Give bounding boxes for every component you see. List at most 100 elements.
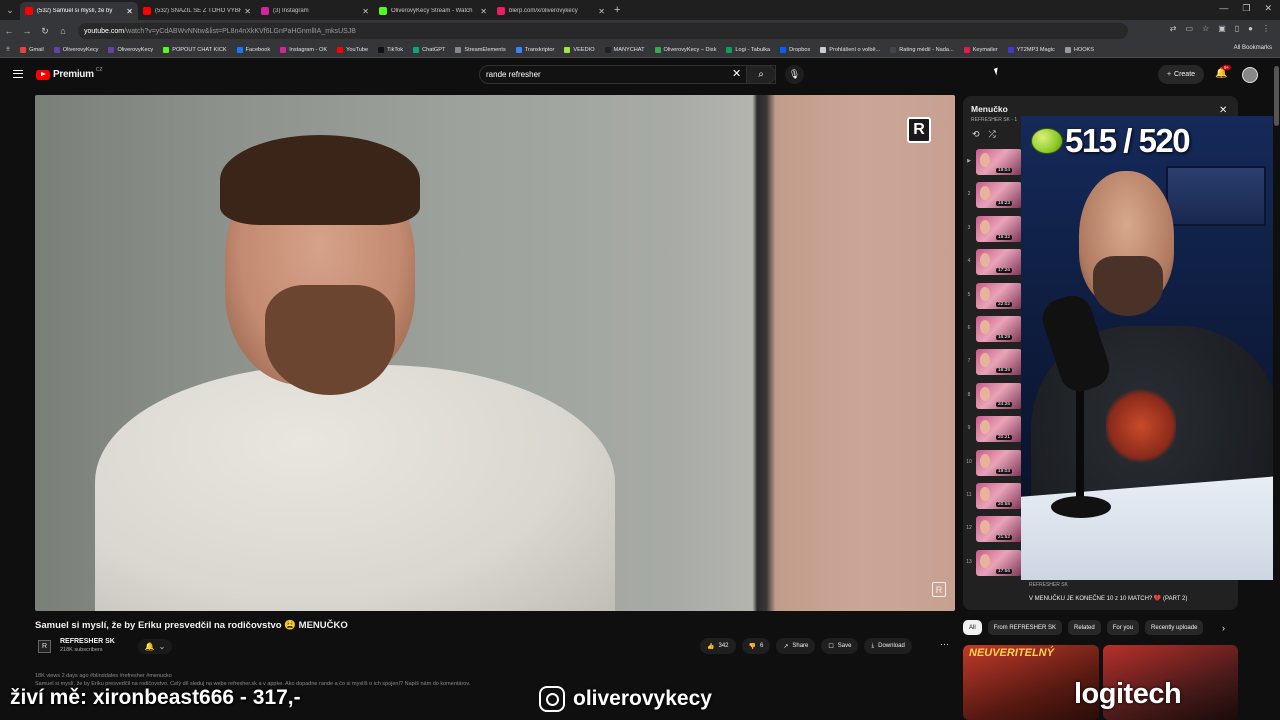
translate-icon[interactable]: ⇄ xyxy=(1170,24,1177,33)
bookmark-item[interactable]: POPOUT CHAT KICK xyxy=(163,46,227,53)
playlist-item[interactable]: 7 16:39 xyxy=(963,347,1023,377)
bookmark-item[interactable]: Dropbox xyxy=(780,46,810,53)
apps-icon[interactable]: ⠿ xyxy=(6,47,10,53)
browser-tab[interactable]: OliverovyKecy Stream - Watch ✕ xyxy=(374,2,492,20)
playlist-item[interactable]: 5 22:02 xyxy=(963,281,1023,311)
account-avatar[interactable] xyxy=(1242,67,1258,83)
playlist-item[interactable]: 6 16:29 xyxy=(963,314,1023,344)
close-window-icon[interactable]: ✕ xyxy=(1264,3,1272,14)
playlist-item[interactable]: 3 19:32 xyxy=(963,214,1023,244)
chevron-right-icon[interactable]: › xyxy=(1222,623,1225,633)
tab-search-icon[interactable]: ⌄ xyxy=(0,0,20,20)
bookmark-item[interactable]: YouTube xyxy=(337,46,368,53)
bookmark-item[interactable]: OliverovyKecy xyxy=(108,46,153,53)
bookmark-item[interactable]: TikTok xyxy=(378,46,403,53)
voice-search-button[interactable]: 🎙 xyxy=(785,65,804,84)
filter-chip[interactable]: For you xyxy=(1106,620,1140,635)
close-playlist-icon[interactable]: ✕ xyxy=(1219,105,1227,116)
maximize-icon[interactable]: ❐ xyxy=(1242,3,1250,14)
bookmark-favicon-icon xyxy=(455,46,462,53)
bookmark-item[interactable]: HOOKS xyxy=(1064,46,1094,53)
browser-tab[interactable]: (532) Samuel si myslí, že by ✕ xyxy=(20,2,138,20)
dislike-button[interactable]: 👎 6 xyxy=(741,638,771,654)
browser-tab[interactable]: blerp.com/x/oliverovykecy ✕ xyxy=(492,2,610,20)
channel-avatar[interactable]: R xyxy=(38,640,51,653)
extensions-icon[interactable]: ▣ xyxy=(1218,24,1226,33)
bookmark-item[interactable]: OliverovyKecy – Disk xyxy=(654,46,716,53)
like-button[interactable]: 👍 342 xyxy=(700,638,736,654)
bookmark-item[interactable]: StreamElements xyxy=(455,46,506,53)
reload-icon[interactable]: ↻ xyxy=(36,26,54,37)
notifications-button[interactable]: 🔔 9+ xyxy=(1215,65,1232,79)
video-player[interactable]: R R xyxy=(35,95,955,611)
more-actions-icon[interactable]: ⋯ xyxy=(940,639,949,650)
bookmark-item[interactable]: Logi - Tabulka xyxy=(726,46,770,53)
bookmark-item[interactable]: ChatGPT xyxy=(413,46,445,53)
playlist-item[interactable]: 2 18:23 xyxy=(963,180,1023,210)
playlist-item[interactable]: 9 20:21 xyxy=(963,414,1023,444)
bookmark-item[interactable]: VEEDIO xyxy=(564,46,595,53)
playlist-item[interactable]: ▶ 19:04 xyxy=(963,147,1023,177)
filter-chip[interactable]: Related xyxy=(1068,620,1101,635)
close-tab-icon[interactable]: ✕ xyxy=(598,7,605,16)
create-button[interactable]: + Create xyxy=(1158,65,1204,84)
download-button[interactable]: ⤓ Download xyxy=(864,638,912,654)
hamburger-menu-icon[interactable] xyxy=(13,70,23,78)
cast-icon[interactable]: ▭ xyxy=(1185,24,1193,33)
filter-chip[interactable]: All xyxy=(963,620,982,635)
bookmark-item[interactable]: Facebook xyxy=(236,46,270,53)
bookmark-item[interactable]: Instagram - OK xyxy=(280,46,327,53)
search-button[interactable]: ⌕ xyxy=(746,65,776,84)
page-scrollbar[interactable] xyxy=(1273,58,1280,720)
playlist-item-title[interactable]: V MENUČKU JE KONEČNE 10 z 10 MATCH? 💔 (P… xyxy=(1029,595,1209,604)
playlist-item[interactable]: 4 17:26 xyxy=(963,247,1023,277)
close-tab-icon[interactable]: ✕ xyxy=(480,7,487,16)
profile-icon[interactable]: ● xyxy=(1248,24,1253,33)
browser-tab[interactable]: (532) SNAŽIL SE Z TOHO VYBR ✕ xyxy=(138,2,256,20)
minimize-icon[interactable]: — xyxy=(1219,3,1228,14)
bookmark-item[interactable]: Prohlášení o volbě... xyxy=(820,46,880,53)
playlist-item[interactable]: 13 17:56 xyxy=(963,548,1023,578)
bookmark-item[interactable]: YT2MP3 Magic xyxy=(1007,46,1055,53)
home-icon[interactable]: ⌂ xyxy=(54,26,72,36)
share-button[interactable]: ↗ Share xyxy=(776,638,816,654)
bookmark-item[interactable]: MANYCHAT xyxy=(604,46,645,53)
close-tab-icon[interactable]: ✕ xyxy=(126,7,133,16)
close-tab-icon[interactable]: ✕ xyxy=(244,7,251,16)
shuffle-icon[interactable]: ⤮ xyxy=(989,129,996,140)
channel-watermark-icon[interactable]: R xyxy=(932,582,946,597)
save-button[interactable]: ☐ Save xyxy=(821,638,859,654)
playlist-item[interactable]: 11 20:58 xyxy=(963,481,1023,511)
duration-badge: 19:32 xyxy=(995,234,1012,240)
tab-favicon-icon xyxy=(497,7,505,15)
scrollbar-thumb[interactable] xyxy=(1274,66,1279,126)
forward-icon[interactable]: → xyxy=(18,26,36,36)
clear-search-icon[interactable]: ✕ xyxy=(732,67,741,80)
bookmark-label: StreamElements xyxy=(464,46,506,53)
bookmark-item[interactable]: OliverovyKecy xyxy=(53,46,98,53)
webcam-overlay xyxy=(1021,116,1280,580)
subscription-bell-button[interactable]: 🔔 ⌄ xyxy=(138,639,172,654)
playlist-item[interactable]: 10 19:03 xyxy=(963,448,1023,478)
sidepanel-icon[interactable]: ▯ xyxy=(1235,24,1239,33)
url-field[interactable]: youtube.com/watch?v=yCdABWvNNtw&list=PL8… xyxy=(78,23,1128,39)
playlist-item[interactable]: 8 24:26 xyxy=(963,381,1023,411)
filter-chip[interactable]: From REFRESHER SK xyxy=(987,620,1063,635)
browser-tab[interactable]: (3) Instagram ✕ xyxy=(256,2,374,20)
all-bookmarks[interactable]: All Bookmarks xyxy=(1234,45,1272,51)
close-tab-icon[interactable]: ✕ xyxy=(362,7,369,16)
filter-chip[interactable]: Recently uploade xyxy=(1145,620,1204,635)
menu-icon[interactable]: ⋮ xyxy=(1262,24,1270,33)
new-tab-button[interactable]: + xyxy=(614,4,620,16)
star-icon[interactable]: ☆ xyxy=(1202,24,1209,33)
bookmark-item[interactable]: Transkriptor xyxy=(515,46,554,53)
loop-icon[interactable]: ⟲ xyxy=(972,129,980,140)
back-icon[interactable]: ← xyxy=(0,26,18,36)
bookmark-item[interactable]: Rating médií - Nada... xyxy=(890,46,954,53)
bookmark-item[interactable]: Gmail xyxy=(20,46,44,53)
bookmark-item[interactable]: Keymailer xyxy=(963,46,998,53)
playlist-title[interactable]: Menučko xyxy=(971,104,1008,114)
playlist-item[interactable]: 12 21:52 xyxy=(963,514,1023,544)
channel-name[interactable]: REFRESHER SK xyxy=(60,638,115,645)
youtube-premium-logo[interactable]: Premium CZ xyxy=(36,67,102,80)
